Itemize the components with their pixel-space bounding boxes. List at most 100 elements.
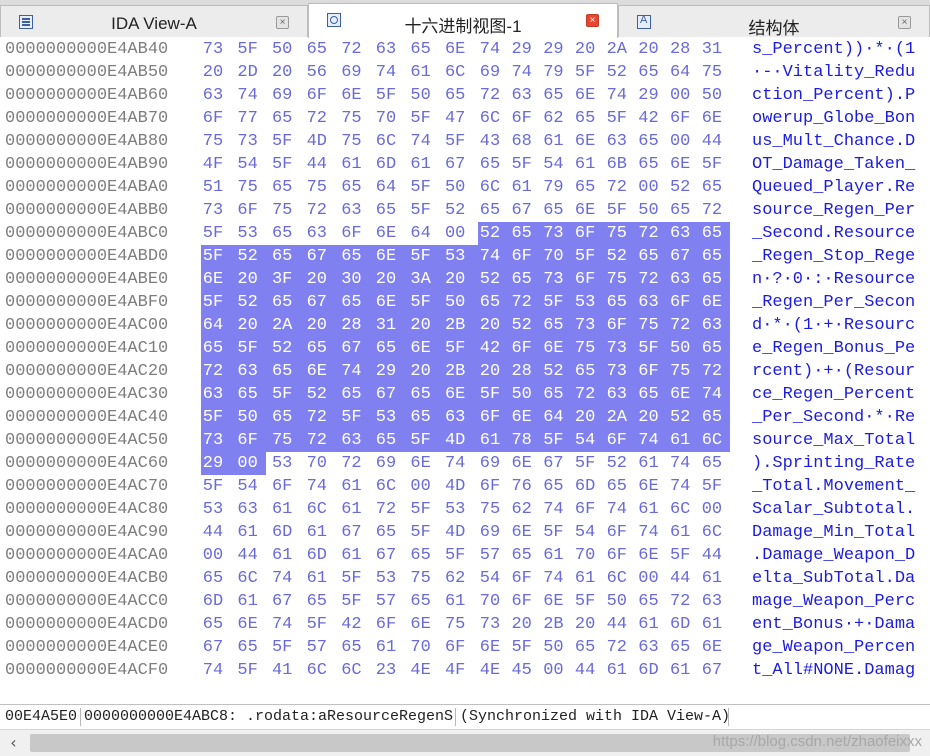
hex-byte[interactable]: 56: [304, 61, 330, 84]
hex-byte[interactable]: 63: [442, 406, 468, 429]
hex-byte[interactable]: 72: [304, 107, 330, 130]
hex-byte[interactable]: 5F: [408, 521, 434, 544]
hex-byte[interactable]: 61: [540, 544, 566, 567]
hex-byte[interactable]: 6F: [604, 429, 630, 452]
hex-byte[interactable]: 6E: [699, 636, 725, 659]
hex-byte[interactable]: 63: [200, 84, 226, 107]
hex-byte[interactable]: 4F: [442, 659, 468, 682]
hex-byte[interactable]: 67: [509, 199, 535, 222]
hex-byte[interactable]: 5F: [200, 222, 226, 245]
hex-byte[interactable]: 74: [477, 38, 503, 61]
hex-byte[interactable]: 65: [200, 567, 226, 590]
hex-ascii[interactable]: d·*·(1·+·Resourc: [752, 314, 915, 337]
hex-row[interactable]: 0000000000E4AC80 53 63 61 6C 61 72 5F 53 75 62 74 6F…: [0, 498, 930, 521]
hex-byte[interactable]: 20: [408, 360, 434, 383]
hex-byte[interactable]: 74: [636, 521, 662, 544]
hex-byte[interactable]: 6C: [667, 498, 693, 521]
hex-byte[interactable]: 74: [667, 475, 693, 498]
hex-byte[interactable]: 52: [604, 61, 630, 84]
hex-byte[interactable]: 75: [338, 130, 364, 153]
hex-byte[interactable]: 42: [636, 107, 662, 130]
hex-byte[interactable]: 2A: [604, 38, 630, 61]
hex-byte[interactable]: 61: [408, 153, 434, 176]
hex-byte[interactable]: 73: [604, 360, 630, 383]
hex-byte[interactable]: 57: [304, 636, 330, 659]
hex-byte[interactable]: 75: [408, 567, 434, 590]
hex-byte[interactable]: 67: [540, 452, 566, 475]
hex-byte[interactable]: 74: [269, 613, 295, 636]
hex-byte[interactable]: 5F: [408, 199, 434, 222]
hex-byte[interactable]: 75: [269, 429, 295, 452]
hex-byte[interactable]: 75: [604, 268, 630, 291]
hex-row[interactable]: 0000000000E4ABA0 51 75 65 75 65 64 5F 50 6C 61 79 65…: [0, 176, 930, 199]
hex-byte[interactable]: 64: [540, 406, 566, 429]
hex-byte[interactable]: 64: [667, 61, 693, 84]
hex-byte[interactable]: 6C: [338, 659, 364, 682]
hex-byte[interactable]: 6F: [235, 429, 261, 452]
hex-byte[interactable]: 65: [477, 291, 503, 314]
hex-byte[interactable]: 61: [572, 153, 598, 176]
hex-byte[interactable]: 65: [408, 38, 434, 61]
hex-byte[interactable]: 75: [699, 61, 725, 84]
hex-byte[interactable]: 00: [408, 475, 434, 498]
hex-byte[interactable]: 5F: [572, 590, 598, 613]
hex-byte[interactable]: 70: [540, 245, 566, 268]
hex-byte[interactable]: 6C: [373, 475, 399, 498]
hex-byte[interactable]: 52: [442, 199, 468, 222]
horizontal-scrollbar[interactable]: ‹ https://blog.csdn.net/zhaofeixxx: [0, 729, 930, 756]
hex-byte[interactable]: 5F: [509, 153, 535, 176]
hex-byte[interactable]: 50: [667, 337, 693, 360]
hex-byte[interactable]: 6F: [604, 521, 630, 544]
hex-byte[interactable]: 65: [699, 337, 725, 360]
hex-byte[interactable]: 79: [540, 61, 566, 84]
hex-byte[interactable]: 73: [200, 38, 226, 61]
hex-ascii[interactable]: us_Mult_Chance.D: [752, 130, 915, 153]
hex-byte[interactable]: 52: [477, 268, 503, 291]
hex-byte[interactable]: 5F: [200, 245, 226, 268]
hex-byte[interactable]: 67: [304, 291, 330, 314]
hex-byte[interactable]: 20: [636, 406, 662, 429]
hex-byte[interactable]: 70: [373, 107, 399, 130]
hex-byte[interactable]: 52: [667, 406, 693, 429]
hex-byte[interactable]: 73: [200, 199, 226, 222]
hex-byte[interactable]: 65: [304, 337, 330, 360]
hex-byte[interactable]: 52: [477, 222, 503, 245]
hex-byte[interactable]: 20: [304, 268, 330, 291]
hex-byte[interactable]: 5F: [338, 590, 364, 613]
hex-byte[interactable]: 61: [338, 544, 364, 567]
hex-ascii[interactable]: _Total.Movement_: [752, 475, 915, 498]
hex-byte[interactable]: 6C: [304, 498, 330, 521]
hex-byte[interactable]: 20: [200, 61, 226, 84]
hex-byte[interactable]: 63: [699, 314, 725, 337]
hex-byte[interactable]: 54: [235, 153, 261, 176]
hex-byte[interactable]: 69: [338, 61, 364, 84]
hex-byte[interactable]: 65: [373, 199, 399, 222]
hex-byte[interactable]: 50: [235, 406, 261, 429]
hex-byte[interactable]: 5F: [540, 291, 566, 314]
hex-byte[interactable]: 50: [540, 636, 566, 659]
hex-byte[interactable]: 52: [269, 337, 295, 360]
hex-byte[interactable]: 65: [200, 337, 226, 360]
hex-byte[interactable]: 72: [509, 291, 535, 314]
hex-byte[interactable]: 4D: [442, 521, 468, 544]
hex-byte[interactable]: 5F: [200, 475, 226, 498]
hex-byte[interactable]: 72: [304, 406, 330, 429]
hex-byte[interactable]: 20: [235, 268, 261, 291]
hex-byte[interactable]: 62: [540, 107, 566, 130]
hex-byte[interactable]: 6F: [636, 360, 662, 383]
hex-byte[interactable]: 65: [667, 199, 693, 222]
hex-row[interactable]: 0000000000E4ACD0 65 6E 74 5F 42 6F 6E 75 73 20 2B 20…: [0, 613, 930, 636]
hex-byte[interactable]: 73: [540, 268, 566, 291]
hex-byte[interactable]: 74: [699, 383, 725, 406]
hex-byte[interactable]: 5F: [408, 291, 434, 314]
hex-byte[interactable]: 72: [200, 360, 226, 383]
hex-byte[interactable]: 47: [442, 107, 468, 130]
hex-byte[interactable]: 6C: [477, 107, 503, 130]
hex-byte[interactable]: 65: [604, 475, 630, 498]
hex-ascii[interactable]: Queued_Player.Re: [752, 176, 915, 199]
hex-byte[interactable]: 6C: [373, 130, 399, 153]
hex-byte[interactable]: 6F: [442, 636, 468, 659]
hex-byte[interactable]: 44: [604, 613, 630, 636]
hex-byte[interactable]: 63: [667, 268, 693, 291]
hex-byte[interactable]: 5F: [408, 176, 434, 199]
